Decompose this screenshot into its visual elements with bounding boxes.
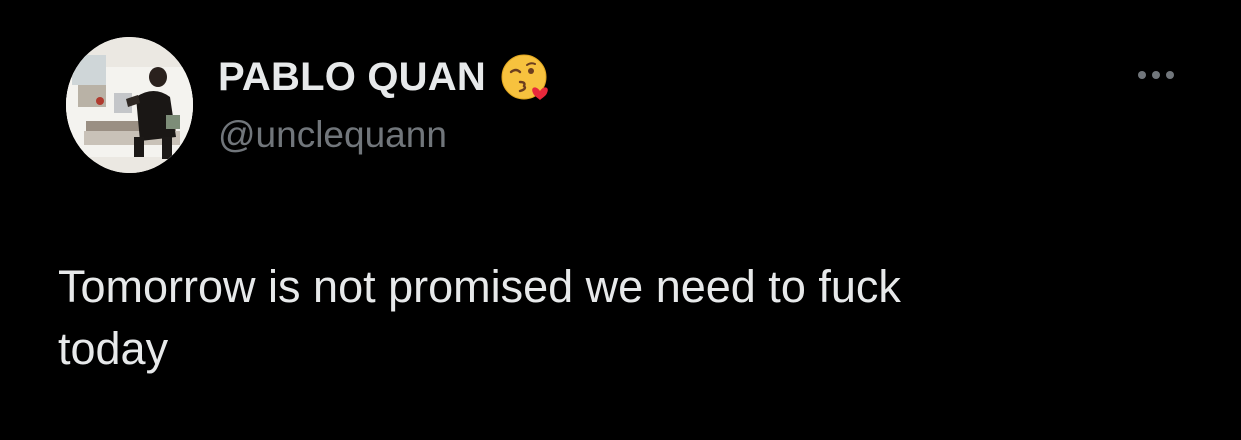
display-name[interactable]: PABLO QUAN bbox=[218, 55, 486, 100]
avatar[interactable] bbox=[66, 37, 193, 173]
avatar-photo bbox=[66, 37, 193, 173]
author-handle[interactable]: @unclequann bbox=[218, 114, 447, 156]
more-options-button[interactable] bbox=[1130, 62, 1182, 88]
tweet-card: PABLO QUAN @unclequann Tomorrow is not p… bbox=[0, 0, 1241, 440]
more-horizontal-icon-dot bbox=[1166, 71, 1174, 79]
tweet-text: Tomorrow is not promised we need to fuck… bbox=[58, 261, 901, 374]
more-horizontal-icon bbox=[1138, 71, 1146, 79]
face-blowing-kiss-icon bbox=[500, 51, 552, 103]
more-horizontal-icon-dot bbox=[1152, 71, 1160, 79]
author-name-row[interactable]: PABLO QUAN bbox=[218, 52, 552, 102]
